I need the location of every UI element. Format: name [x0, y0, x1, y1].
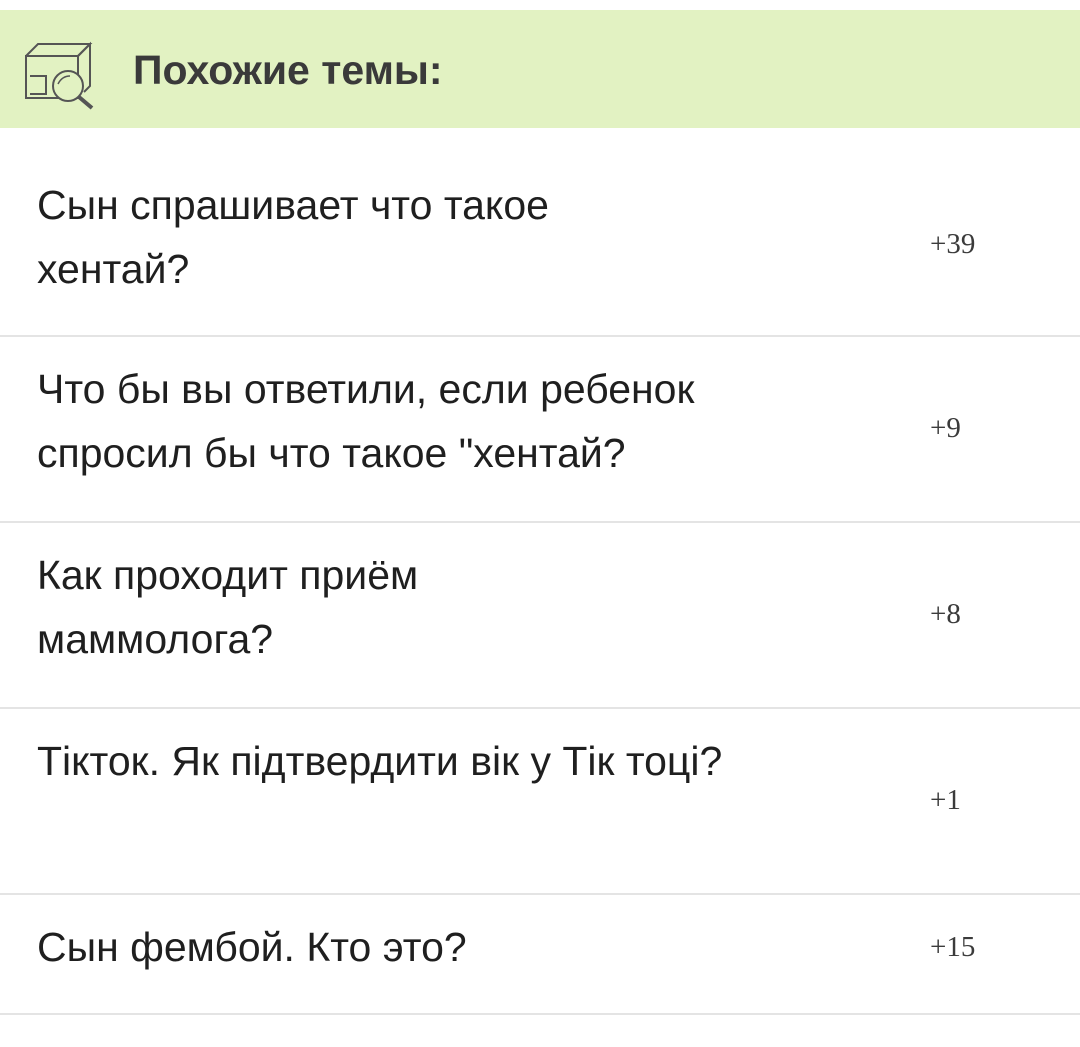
topic-link[interactable]: Что бы вы ответили, если ребенок спросил… [37, 357, 837, 485]
list-item[interactable]: Сын фембой. Кто это? +15 [0, 895, 1080, 1015]
topic-link[interactable]: Тікток. Як підтвердити вік у Тік тоці? [37, 729, 757, 793]
topic-link[interactable]: Сын фембой. Кто это? [37, 915, 857, 979]
list-item[interactable]: Что бы вы ответили, если ребенок спросил… [0, 337, 1080, 523]
topic-link[interactable]: Сын спрашивает что такое хентай? [37, 173, 677, 301]
topic-vote-count: +8 [930, 598, 961, 630]
similar-topics-header: Похожие темы: [0, 10, 1080, 128]
topic-vote-count: +39 [930, 228, 976, 260]
top-strip [0, 0, 1080, 10]
list-item[interactable]: Тікток. Як підтвердити вік у Тік тоці? +… [0, 709, 1080, 895]
topic-vote-count: +15 [930, 931, 976, 963]
box-search-icon [25, 41, 94, 110]
section-title: Похожие темы: [133, 47, 443, 93]
topic-link[interactable]: Как проходит приём маммолога? [37, 543, 537, 671]
list-item[interactable]: Как проходит приём маммолога? +8 [0, 523, 1080, 709]
similar-topics-list: Сын спрашивает что такое хентай? +39 Что… [0, 153, 1080, 1015]
topic-vote-count: +1 [930, 784, 961, 816]
topic-vote-count: +9 [930, 412, 961, 444]
list-item[interactable]: Сын спрашивает что такое хентай? +39 [0, 153, 1080, 337]
